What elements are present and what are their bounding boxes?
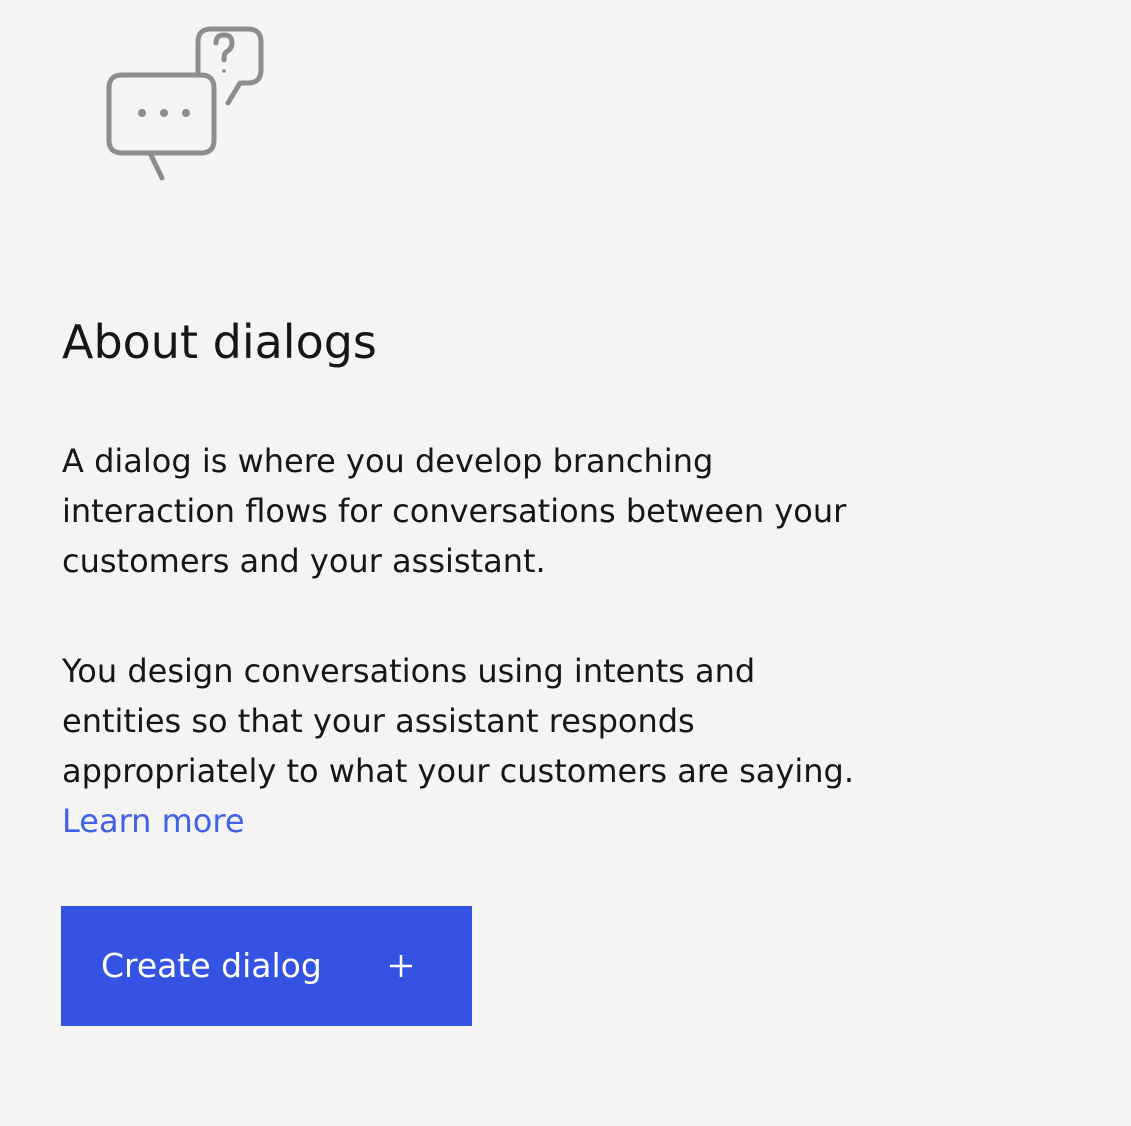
design-paragraph: You design conversations using intents a… xyxy=(62,646,862,846)
plus-icon xyxy=(390,955,412,977)
page-title: About dialogs xyxy=(62,315,377,369)
description-paragraph: A dialog is where you develop branching … xyxy=(62,442,847,580)
design-paragraph-text: You design conversations using intents a… xyxy=(62,652,854,790)
create-dialog-label: Create dialog xyxy=(101,946,322,985)
learn-more-link[interactable]: Learn more xyxy=(62,802,245,840)
about-dialogs-panel: About dialogs A dialog is where you deve… xyxy=(0,0,1131,1126)
create-dialog-button[interactable]: Create dialog xyxy=(61,906,472,1026)
chat-bubbles-question-icon xyxy=(106,26,264,181)
